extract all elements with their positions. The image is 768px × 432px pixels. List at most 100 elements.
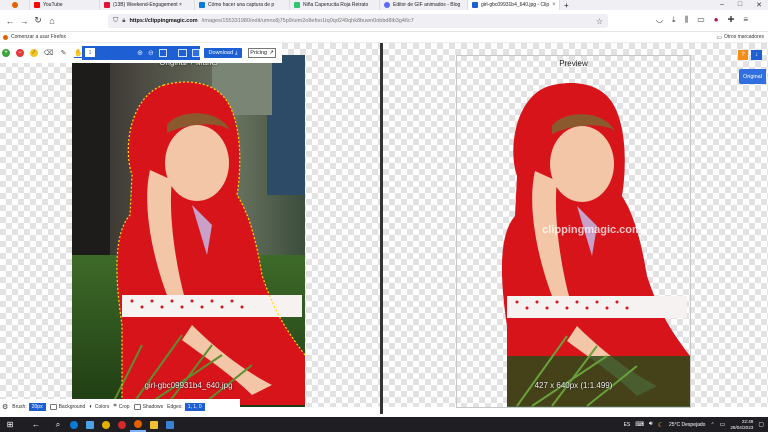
colors-icon: ◐ <box>89 403 93 410</box>
background-button[interactable]: Background <box>49 403 85 410</box>
download-arrow-icon[interactable]: ⤓ <box>672 15 676 25</box>
chevron-up-icon[interactable]: ⌃ <box>710 422 714 428</box>
bottom-toolbar: ⚙ Brush: 20px Background ◐ Colors ⌗ Crop… <box>0 399 240 414</box>
files-app-square <box>150 420 158 429</box>
brush-label: Brush: <box>12 403 27 410</box>
original-filename: girl-gbc09931b4_640.jpg <box>144 381 233 390</box>
clock-date: 29/04/2023 <box>730 424 754 430</box>
eraser-icon[interactable]: ⌫ <box>44 49 54 58</box>
tab-firefox-view[interactable] <box>0 0 30 10</box>
bookmark-other[interactable]: Otros marcadores <box>724 34 764 40</box>
remove-tool-icon[interactable]: − <box>16 49 24 57</box>
edge-taskbar-icon[interactable] <box>66 417 82 432</box>
original-photo-svg <box>72 55 305 407</box>
minimize-icon[interactable]: – <box>720 1 724 9</box>
crop-button[interactable]: ⌗ Crop <box>113 403 129 410</box>
opera-taskbar-icon[interactable] <box>114 417 130 432</box>
opera-app-square <box>118 420 126 429</box>
brush-value[interactable]: 20px <box>28 402 46 411</box>
bookmark-star-icon[interactable]: ☆ <box>596 17 603 26</box>
tab-label: Niña Caperucita Roja Retrato <box>303 2 369 8</box>
original-pane[interactable]: Original + Marks girl-gbc09931b4_640.jpg… <box>0 43 381 414</box>
single-view-icon[interactable] <box>178 49 187 57</box>
close-tab-icon[interactable]: × <box>552 2 556 8</box>
new-tab-button[interactable]: + <box>560 0 573 10</box>
brush-control[interactable]: Brush: 20px <box>12 402 46 411</box>
clipping-icon <box>472 2 478 8</box>
weather-text[interactable]: 25°C Despejado <box>669 422 705 428</box>
split-view-icon[interactable] <box>191 49 200 57</box>
account-icon[interactable]: ● <box>714 15 719 25</box>
menu-icon[interactable]: ≡ <box>743 15 748 25</box>
pocket-icon[interactable]: ◡ <box>656 15 663 25</box>
original-toggle-button[interactable]: Original <box>739 69 766 84</box>
reload-icon[interactable]: ↻ <box>31 15 45 26</box>
tab-hive[interactable]: (13B) Weekend-Engagement × <box>100 0 195 10</box>
original-toggle-label: Original <box>743 73 762 80</box>
download-label: Download <box>208 50 234 56</box>
scalpel-icon[interactable]: ✎ <box>59 49 68 58</box>
store-taskbar-icon[interactable] <box>82 417 98 432</box>
pixabay-icon <box>294 2 300 8</box>
back-icon[interactable]: ← <box>3 16 17 26</box>
tab-pixabay[interactable]: Niña Caperucita Roja Retrato <box>290 0 380 10</box>
notifications-icon[interactable]: ▢ <box>758 421 764 428</box>
bookmark-getting-started[interactable]: Comenzar a usar Firefox <box>11 34 66 40</box>
shadows-button[interactable]: Shadows <box>133 403 163 410</box>
tab-captura[interactable]: Cómo hacer una captura de p <box>195 0 290 10</box>
windows-start-icon[interactable]: ⊞ <box>2 417 18 432</box>
edges-value[interactable]: 1, 1, 0 <box>184 402 205 411</box>
window-controls: – □ ✕ <box>720 1 768 9</box>
weather-icon: ☾ <box>657 421 664 429</box>
zoom-out-icon[interactable]: ⊖ <box>148 49 154 57</box>
crop-label: Crop <box>118 403 130 410</box>
clipping-magic-editor: Original + Marks girl-gbc09931b4_640.jpg… <box>0 43 768 417</box>
edge-icon <box>199 2 205 8</box>
edges-label: Edges: <box>167 403 183 410</box>
maximize-icon[interactable]: □ <box>738 1 742 9</box>
download-small-button[interactable]: ↓ <box>751 50 762 60</box>
url-bar[interactable]: ⛉ 🔒︎ https://clippingmagic.com/images/15… <box>108 14 608 28</box>
files-taskbar-icon[interactable] <box>146 417 162 432</box>
volume-icon[interactable]: 🔊︎ <box>649 421 653 428</box>
chrome-app-square <box>102 420 110 429</box>
external-link-icon: ↗ <box>269 50 274 56</box>
firefox-taskbar-icon[interactable] <box>130 417 146 432</box>
system-tray: ES ⌨ 🔊︎ ☾ 25°C Despejado ⌃ ▭ 22:49 29/04… <box>624 417 764 432</box>
tab-label: (13B) Weekend-Engagement × <box>113 2 182 8</box>
close-window-icon[interactable]: ✕ <box>756 1 762 9</box>
home-icon[interactable]: ⌂ <box>45 16 59 26</box>
pricing-button[interactable]: Pricing ↗ <box>248 48 276 58</box>
search-icon[interactable]: ⌕ <box>50 417 66 432</box>
fit-view-icon[interactable] <box>158 49 168 57</box>
library-icon[interactable]: ⫼ <box>685 15 689 25</box>
colors-button[interactable]: ◐ Colors <box>89 404 109 410</box>
pricing-label: Pricing <box>250 50 268 56</box>
tab-label: girl-gbc09931b4_640.jpg - Clip <box>481 2 550 8</box>
browser-toolbar-icons: ◡ ⤓ ⫼ ▭ ● ✚ ≡ <box>656 15 748 25</box>
extensions-icon[interactable]: ✚ <box>728 15 735 25</box>
app-taskbar-icon[interactable] <box>162 417 178 432</box>
preview-frame: Preview clippingmagic.com 427 x 640px (1… <box>456 55 691 408</box>
original-photo[interactable]: Original + Marks girl-gbc09931b4_640.jpg <box>72 55 305 407</box>
help-button[interactable]: ? <box>738 50 748 60</box>
zoom-in-icon[interactable]: ⊕ <box>137 49 143 57</box>
tab-clipping-magic[interactable]: girl-gbc09931b4_640.jpg - Clip × <box>468 0 560 10</box>
edges-control[interactable]: Edges: 1, 1, 0 <box>167 402 205 411</box>
chrome-taskbar-icon[interactable] <box>98 417 114 432</box>
tab-gif-editor[interactable]: Editor de GIF animados - Blog <box>380 0 468 10</box>
sidebar-icon[interactable]: ▭ <box>697 15 705 25</box>
keep-tool-icon[interactable]: + <box>2 49 10 57</box>
firefox-icon <box>11 2 18 8</box>
language-indicator[interactable]: ES <box>624 422 631 428</box>
settings-icon[interactable]: ⚙ <box>2 403 8 411</box>
network-icon[interactable]: ▭ <box>720 421 726 428</box>
download-button[interactable]: Download ⤓ <box>204 48 242 58</box>
tab-youtube[interactable]: YouTube <box>30 0 100 10</box>
brush-size-box[interactable]: 1 <box>85 48 95 57</box>
back-task-icon[interactable]: ← <box>28 417 44 432</box>
preview-dimensions: 427 x 640px (1:1.499) <box>534 381 613 390</box>
forward-icon[interactable]: → <box>17 16 31 26</box>
hair-tool-icon[interactable]: ∕ <box>30 49 38 57</box>
clock[interactable]: 22:49 29/04/2023 <box>730 419 753 431</box>
